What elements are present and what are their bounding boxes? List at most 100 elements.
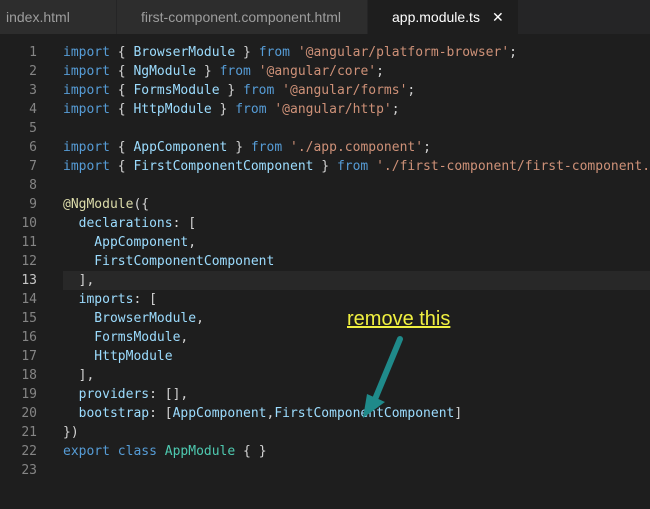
line-number: 9 [29,197,37,212]
line-number: 2 [29,64,37,79]
tab-index-html[interactable]: index.html [0,0,117,34]
annotation-label: remove this [347,308,451,330]
code-token: imports [63,292,134,307]
code-token: } [196,64,220,79]
close-icon[interactable]: ✕ [492,9,504,26]
code-token: import [63,45,110,60]
code-token: BrowserModule [63,311,197,326]
code-line: 8 [0,176,650,195]
tab-label: first-component.component.html [141,9,341,25]
code-text: import { FormsModule } from '@angular/fo… [63,81,415,100]
code-token: './first-component/first-component.co [376,159,650,174]
code-line: 18 ], [0,366,650,385]
code-line: 1 import { BrowserModule } from '@angular… [0,43,650,62]
code-token: HttpModule [133,102,212,117]
code-token: from [336,159,369,174]
code-token: ], [63,368,95,383]
tab-label: app.module.ts [392,9,480,25]
code-token: : [ [133,292,157,307]
code-token: FirstComponentComponent [63,254,275,269]
code-text: ], [63,271,95,290]
code-token: declarations [63,216,173,231]
code-token: { [109,102,134,117]
code-token: { [109,140,134,155]
code-token: AppComponent [172,406,267,421]
code-text: import { NgModule } from '@angular/core'… [63,62,384,81]
code-token: ; [509,45,517,60]
code-token: import [63,140,110,155]
code-token: ({ [133,197,150,212]
code-token: , [196,311,204,326]
code-token: : [ [172,216,197,231]
code-editor[interactable]: 23 22 export class AppModule { } 21}) 20 boo… [0,34,650,509]
code-token: : [], [149,387,189,402]
code-token: { [109,83,134,98]
code-line: 7 import { FirstComponentComponent } from… [0,157,650,176]
code-token: AppComponent [63,235,189,250]
code-token: HttpModule [63,349,173,364]
code-token: , [180,330,189,345]
code-token: }) [63,425,79,440]
code-line: 5 [0,119,650,138]
code-token: AppComponent [133,140,228,155]
code-text: FormsModule, [63,328,188,347]
code-text: ], [63,366,95,385]
code-token: } [219,83,244,98]
code-token: AppModule [164,444,236,459]
line-number: 14 [21,292,37,307]
code-line: 23 [0,461,650,480]
code-line: 21}) [0,423,650,442]
code-token: from [258,45,290,60]
code-line: 16 FormsModule, [0,328,650,347]
current-line-highlight [63,271,650,290]
code-token: FormsModule [63,330,181,345]
code-text: import { BrowserModule } from '@angular/… [63,43,517,62]
code-token: { } [235,444,267,459]
tab-app-module-ts[interactable]: app.module.ts ✕ [368,0,519,34]
code-line: 3 import { FormsModule } from '@angular/f… [0,81,650,100]
code-token: export [63,444,110,459]
line-number: 1 [29,45,37,60]
code-token: from [243,83,275,98]
annotation-arrow-icon [363,336,403,418]
line-number: 7 [29,159,37,174]
code-token: ; [423,140,431,155]
code-line: 10 declarations: [ [0,214,650,233]
code-line: 4 import { HttpModule } from '@angular/ht… [0,100,650,119]
tab-bar-empty-area [518,0,650,34]
code-line: 20 bootstrap: [AppComponent,FirstCompone… [0,404,650,423]
code-token: } [313,159,337,174]
code-token: @NgModule [63,197,134,212]
line-number: 12 [21,254,37,269]
line-number: 3 [29,83,37,98]
code-token: FormsModule [133,83,220,98]
code-text: imports: [ [63,290,157,309]
tab-first-component-html[interactable]: first-component.component.html [117,0,368,34]
line-number: 8 [29,178,37,193]
code-token: { [109,64,134,79]
code-line: 13 ], [0,271,650,290]
code-token: ; [407,83,416,98]
tab-label: index.html [6,9,70,25]
code-line: 22 export class AppModule { } [0,442,650,461]
line-number: 16 [21,330,37,345]
code-text: declarations: [ [63,214,196,233]
code-token: from [219,64,251,79]
code-token: } [235,45,259,60]
line-number: 19 [21,387,37,402]
line-number: 5 [29,121,37,136]
code-token: './app.component' [290,140,424,155]
tab-bar: index.html first-component.component.htm… [0,0,650,34]
code-token: ] [454,406,463,421]
line-number: 4 [29,102,37,117]
line-number: 15 [21,311,37,326]
code-text: HttpModule [63,347,173,366]
code-token: from [250,140,283,155]
code-line: 6 import { AppComponent } from './app.com… [0,138,650,157]
line-number: 22 [21,444,37,459]
